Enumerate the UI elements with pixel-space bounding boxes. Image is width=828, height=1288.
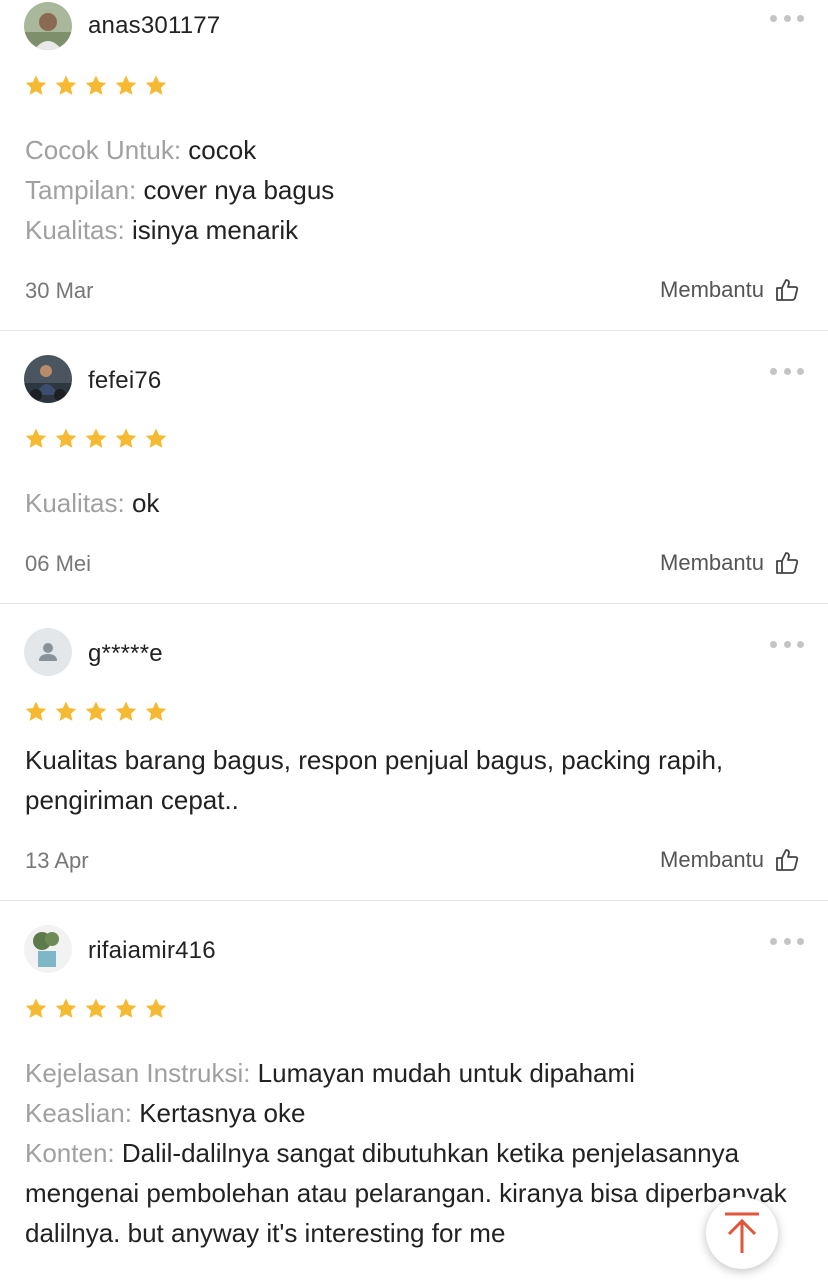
review-content: Konten: Dalil-dalilnya sangat dibutuhkan… [25, 1138, 787, 1248]
review-card: anas301177 Cocok Untuk: cocok Tampilan: … [0, 0, 828, 330]
star-icon [145, 998, 167, 1018]
star-icon [55, 75, 77, 95]
avatar[interactable] [24, 2, 72, 50]
arrow-up-icon [725, 1212, 759, 1253]
star-icon [85, 998, 107, 1018]
helpful-button[interactable]: Membantu [660, 846, 800, 874]
helpful-label: Membantu [660, 550, 764, 575]
star-rating [24, 700, 168, 724]
star-icon [25, 701, 47, 721]
helpful-label: Membantu [660, 277, 764, 302]
star-icon [145, 428, 167, 448]
star-rating [24, 427, 168, 451]
review-card: rifaiamir416 Kejelasan Instruksi: Lumaya… [0, 901, 828, 1288]
review-date: 30 Mar [25, 278, 94, 303]
more-options-icon[interactable] [770, 638, 804, 650]
star-icon [55, 428, 77, 448]
review-text: Kualitas barang bagus, respon penjual ba… [25, 745, 724, 815]
helpful-label: Membantu [660, 847, 764, 872]
star-icon [85, 428, 107, 448]
thumbs-up-icon [776, 849, 799, 871]
star-icon [55, 998, 77, 1018]
more-options-icon[interactable] [770, 365, 804, 377]
star-icon [145, 75, 167, 95]
review-card: g*****e Kualitas barang bagus, respon pe… [0, 604, 828, 900]
default-avatar-icon[interactable] [24, 628, 72, 676]
star-icon [115, 998, 137, 1018]
more-options-icon[interactable] [770, 935, 804, 947]
star-icon [25, 75, 47, 95]
review-card: fefei76 Kualitas: ok 06 Mei Membantu [0, 331, 828, 603]
star-rating [24, 997, 168, 1021]
review-attribute: Cocok Untuk: cocok [25, 135, 257, 165]
star-icon [85, 75, 107, 95]
star-icon [115, 701, 137, 721]
review-attribute: Kualitas: ok [25, 488, 160, 518]
review-attribute: Keaslian: Kertasnya oke [25, 1098, 306, 1128]
helpful-button[interactable]: Membantu [660, 276, 800, 304]
review-attribute: Kejelasan Instruksi: Lumayan mudah untuk… [25, 1058, 635, 1088]
thumbs-up-icon [776, 279, 799, 301]
star-icon [115, 428, 137, 448]
thumbs-up-icon [776, 552, 799, 574]
star-icon [145, 701, 167, 721]
review-date: 06 Mei [25, 551, 92, 576]
star-icon [85, 701, 107, 721]
helpful-button[interactable]: Membantu [660, 549, 800, 577]
username: fefei76 [88, 367, 162, 394]
avatar[interactable] [24, 925, 72, 973]
username: anas301177 [88, 12, 221, 39]
review-attribute: Kualitas: isinya menarik [25, 215, 299, 245]
star-icon [115, 75, 137, 95]
star-rating [24, 74, 168, 98]
review-attribute: Tampilan: cover nya bagus [25, 175, 335, 205]
star-icon [25, 998, 47, 1018]
star-icon [55, 701, 77, 721]
avatar[interactable] [24, 355, 72, 403]
scroll-to-top-button[interactable] [706, 1197, 778, 1269]
username: g*****e [88, 640, 163, 667]
more-options-icon[interactable] [770, 12, 804, 24]
star-icon [25, 428, 47, 448]
review-date: 13 Apr [25, 848, 89, 873]
username: rifaiamir416 [88, 937, 216, 964]
